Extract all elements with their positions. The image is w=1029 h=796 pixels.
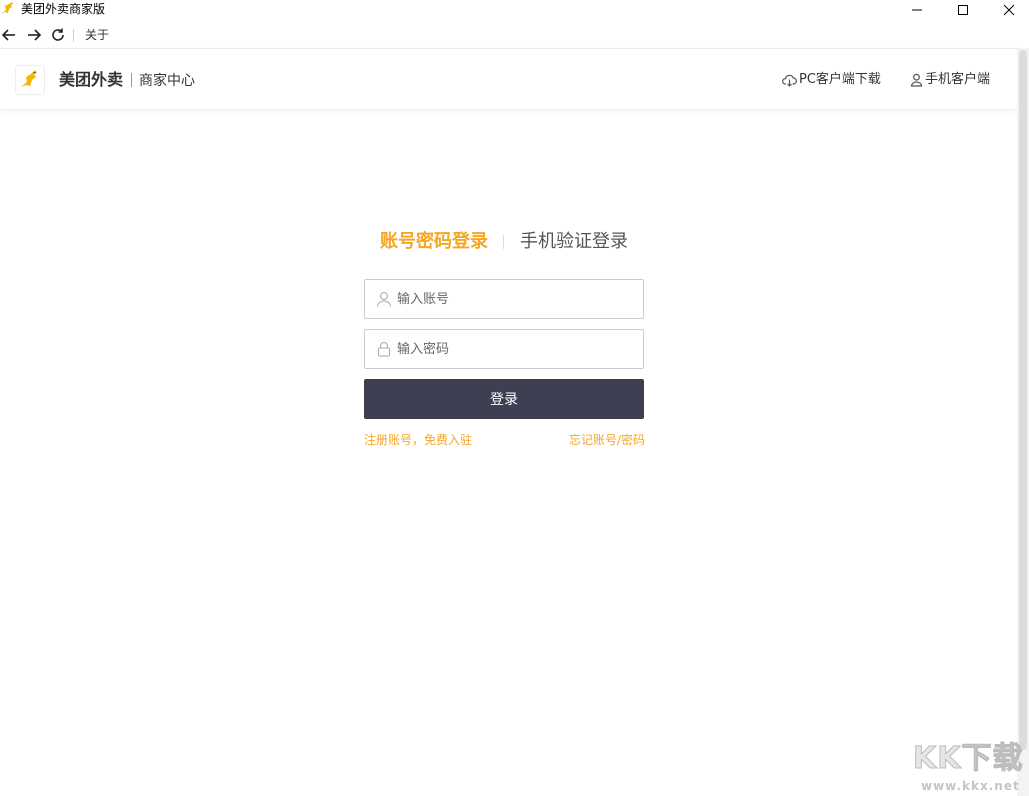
pc-client-download-link[interactable]: PC客户端下载 [782, 71, 881, 89]
forward-button[interactable] [25, 26, 43, 44]
mobile-client-label: 手机客户端 [925, 72, 991, 87]
login-button[interactable]: 登录 [364, 379, 644, 419]
back-button[interactable] [0, 26, 18, 44]
minimize-button[interactable] [894, 0, 940, 20]
brand-subtitle: 商家中心 [139, 73, 195, 89]
scrollbar-thumb[interactable] [1019, 50, 1027, 750]
close-icon [1003, 4, 1015, 16]
password-field[interactable] [364, 329, 644, 369]
watermark-url: www.kkx.net [921, 779, 1020, 793]
brand-logo[interactable] [15, 65, 45, 95]
site-header: 美团外卖 商家中心 PC客户端下载 手机客户端 [0, 49, 1017, 110]
maximize-icon [958, 5, 968, 15]
about-menu[interactable]: 关于 [85, 27, 109, 43]
close-button[interactable] [986, 0, 1029, 20]
watermark: KK下载 www.kkx.net [913, 741, 1029, 796]
register-link[interactable]: 注册账号，免费入驻 [364, 432, 472, 448]
tab-account-password-login[interactable]: 账号密码登录 [380, 230, 488, 254]
login-tabs: 账号密码登录 手机验证登录 [0, 230, 1017, 256]
cloud-download-icon [782, 74, 797, 87]
meituan-kangaroo-icon [21, 70, 37, 87]
mobile-client-link[interactable]: 手机客户端 [910, 71, 990, 89]
user-icon [910, 73, 923, 87]
arrow-left-icon [1, 29, 15, 41]
page-content: 美团外卖 商家中心 PC客户端下载 手机客户端 账号密码登录 手机验证登录 输入… [0, 48, 1017, 796]
reload-icon [52, 28, 64, 41]
maximize-button[interactable] [940, 0, 986, 20]
reload-button[interactable] [49, 26, 67, 44]
forgot-password-link[interactable]: 忘记账号/密码 [569, 432, 645, 448]
account-input[interactable] [397, 280, 637, 318]
arrow-right-icon [28, 29, 42, 41]
browser-navbar: 关于 [0, 22, 1029, 48]
pc-client-download-label: PC客户端下载 [799, 72, 881, 87]
brand-name: 美团外卖 [59, 70, 124, 89]
password-input[interactable] [397, 330, 637, 368]
window-titlebar: 美团外卖商家版 [0, 0, 1029, 20]
brand-divider [131, 73, 132, 87]
meituan-kangaroo-icon [1, 2, 13, 14]
user-icon [377, 292, 391, 307]
tab-phone-verification-login[interactable]: 手机验证登录 [520, 230, 628, 254]
window-title: 美团外卖商家版 [21, 2, 106, 16]
minimize-icon [912, 9, 922, 11]
tab-divider [503, 235, 504, 249]
lock-icon [378, 342, 390, 357]
account-field[interactable] [364, 279, 644, 319]
nav-divider [73, 29, 74, 42]
watermark-logo-text: KK下载 [913, 741, 1024, 776]
